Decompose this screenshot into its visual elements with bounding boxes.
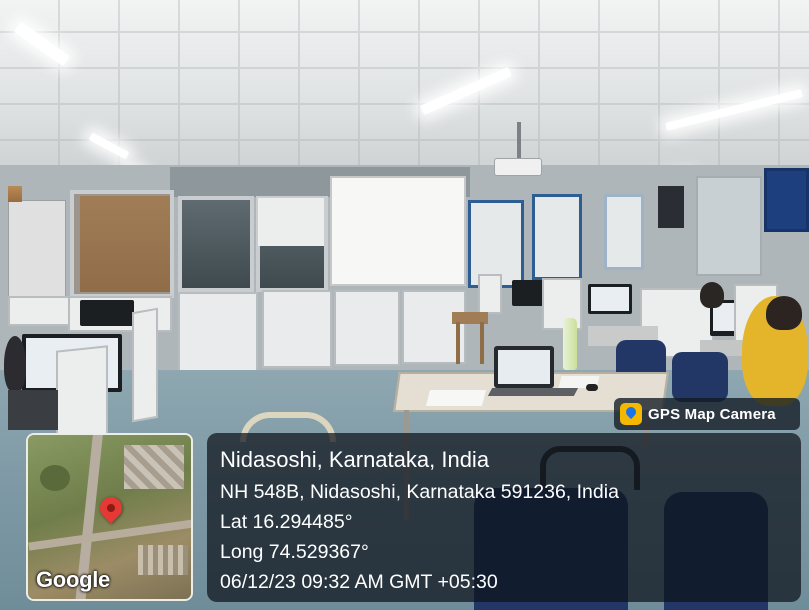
office-chair <box>672 352 728 402</box>
stool-leg <box>480 322 484 364</box>
storage-box <box>8 186 22 202</box>
stamp-datetime: 06/12/23 09:32 AM GMT +05:30 <box>220 571 498 593</box>
stamp-address: NH 548B, Nidasoshi, Karnataka 591236, In… <box>220 481 619 503</box>
map-tree-cluster <box>40 465 70 491</box>
projector-mount <box>517 122 521 158</box>
location-map-thumbnail: Google <box>26 433 193 601</box>
wall-portrait <box>658 186 684 228</box>
projector <box>494 158 542 176</box>
stamp-latitude: Lat 16.294485° <box>220 511 353 533</box>
wall-notice <box>258 198 324 246</box>
map-buildings <box>138 545 188 575</box>
projection-screen <box>330 176 466 286</box>
glass-window <box>70 190 174 298</box>
map-buildings <box>124 445 184 489</box>
stamp-longitude: Long 74.529367° <box>220 541 369 563</box>
wall-poster <box>764 168 809 232</box>
storage-cabinet <box>8 200 66 310</box>
partition-window <box>178 196 254 292</box>
monitor <box>80 300 134 326</box>
stool-leg <box>456 322 460 364</box>
partition-panel <box>178 292 258 372</box>
location-stamp-panel: Nidasoshi, Karnataka, India NH 548B, Nid… <box>207 433 801 602</box>
glass-partition <box>696 176 762 276</box>
computer-booth <box>478 274 502 314</box>
partition-panel <box>262 290 332 368</box>
water-bottle <box>563 318 577 370</box>
laptop-screen <box>498 350 550 384</box>
wall-poster <box>604 194 644 270</box>
paper-sheet <box>426 390 486 406</box>
gps-badge-label: GPS Map Camera <box>648 405 776 423</box>
gps-map-camera-app-icon <box>620 403 642 425</box>
computer-mouse <box>586 384 598 391</box>
monitor <box>512 280 546 306</box>
booth-divider <box>56 345 108 441</box>
gps-map-camera-badge: GPS Map Camera <box>614 398 800 430</box>
student-hair <box>766 296 802 330</box>
wall-poster <box>532 194 582 280</box>
map-brand-logo: Google <box>36 567 110 592</box>
stamp-place: Nidasoshi, Karnataka, India <box>220 447 490 472</box>
student <box>4 336 26 392</box>
student <box>700 282 724 308</box>
laptop-keyboard <box>487 388 579 396</box>
monitor-screen <box>591 287 629 311</box>
booth-divider <box>132 307 158 423</box>
partition-panel <box>334 290 400 366</box>
desk <box>8 390 58 430</box>
